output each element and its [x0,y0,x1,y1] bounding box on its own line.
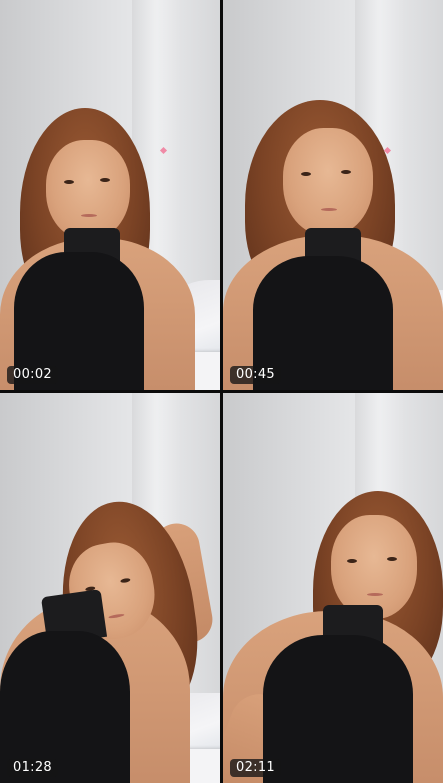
video-frame-1[interactable]: 00:02 [0,0,220,390]
video-frame-2[interactable]: 00:45 [223,0,443,390]
eye-left [347,559,357,563]
black-top [263,635,413,783]
timestamp-badge: 01:28 [7,759,58,777]
mouth [108,613,125,619]
eye-right [387,557,397,561]
timestamp-badge: 00:02 [7,366,58,384]
eye-right [100,178,110,182]
eye-left [64,180,74,184]
eye-right [341,170,351,174]
face [331,515,417,619]
video-frame-grid: 00:02 00:45 01:28 02:11 [0,0,443,783]
timestamp-badge: 02:11 [230,759,281,777]
timestamp-badge: 00:45 [230,366,281,384]
face [283,128,373,236]
video-frame-4[interactable]: 02:11 [223,393,443,783]
video-frame-3[interactable]: 01:28 [0,393,220,783]
mouth [81,214,97,217]
eye-left [301,172,311,176]
face [46,140,130,240]
mouth [367,593,383,596]
eye-right [120,577,131,584]
mouth [321,208,337,211]
